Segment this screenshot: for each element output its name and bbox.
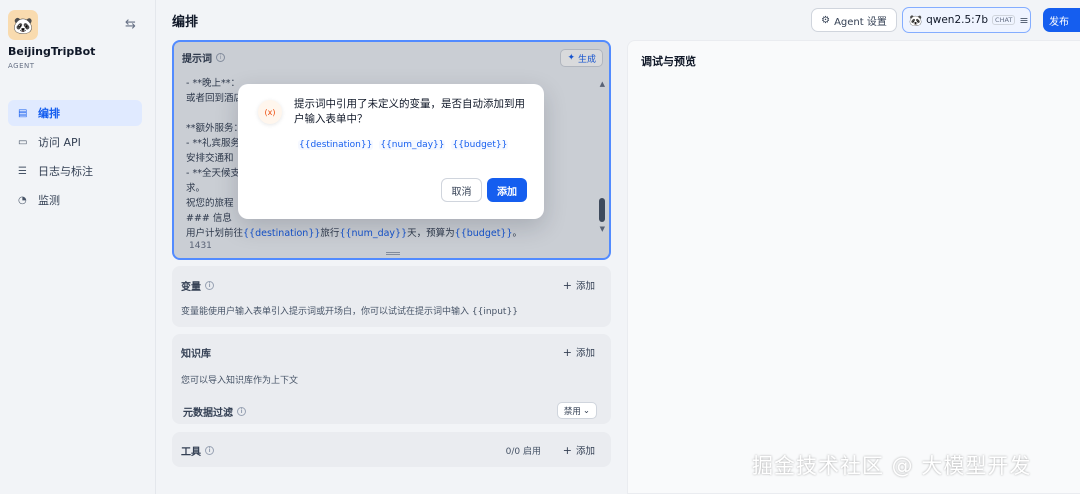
watermark: 掘金技术社区 @ 大模型开发 (752, 454, 1032, 478)
layout-icon: ▤ (18, 107, 28, 119)
variables-section: 变量 i + 添加 变量能使用户输入表单引入提示词或开场白，你可以试试在提示词中输入… (172, 266, 611, 327)
variable-icon: (x) (258, 100, 282, 124)
file-icon: ☰ (18, 165, 27, 177)
sidebar-item-logs[interactable]: ☰ 日志与标注 (8, 158, 142, 184)
add-tool-button[interactable]: + 添加 (562, 443, 595, 458)
gear-icon: ⚙ (821, 14, 831, 26)
tools-enabled-count: 0/0 启用 (505, 447, 541, 457)
debug-preview-panel: 调试与预览 (627, 40, 1080, 494)
debug-title: 调试与预览 (641, 55, 696, 68)
sidebar-item-orchestrate[interactable]: ▤ 编排 (8, 100, 142, 126)
model-avatar-icon: 🐼 (909, 14, 923, 27)
plus-icon: + (562, 345, 572, 359)
variables-title: 变量 i (181, 278, 214, 293)
model-name: qwen2.5:7b (926, 14, 989, 26)
model-selector[interactable]: 🐼 qwen2.5:7b CHAT ≡ (902, 7, 1031, 33)
tools-title: 工具 i (181, 443, 214, 458)
publish-button[interactable]: 发布 (1043, 8, 1080, 32)
dialog-message: 提示词中引用了未定义的变量，是否自动添加到用户输入表单中？ (294, 98, 525, 125)
info-icon: i (205, 446, 214, 455)
variable-tag: {{num_day}} (379, 140, 446, 150)
sidebar-item-monitor[interactable]: ◔ 监测 (8, 187, 142, 213)
sliders-icon[interactable]: ≡ (1019, 14, 1028, 27)
dialog-variable-list: {{destination}} {{num_day}} {{budget}} (298, 140, 509, 150)
model-mode-badge: CHAT (992, 15, 1016, 25)
variable-tag: {{destination}} (298, 140, 374, 150)
sidebar-toggle-icon[interactable]: ⇆ (125, 17, 136, 32)
plus-icon: + (562, 443, 572, 457)
knowledge-description: 您可以导入知识库作为上下文 (181, 376, 299, 386)
app-type: AGENT (8, 62, 35, 70)
variables-description: 变量能使用户输入表单引入提示词或开场白，你可以试试在提示词中输入 {{input… (181, 307, 518, 317)
app-logo-icon: 🐼 (8, 10, 38, 40)
tools-section: 工具 i 0/0 启用 + 添加 (172, 432, 611, 467)
add-variable-button[interactable]: + 添加 (562, 278, 595, 293)
knowledge-title: 知识库 (181, 349, 211, 360)
page-title: 编排 (172, 15, 199, 30)
cancel-button[interactable]: 取消 (441, 178, 482, 202)
info-icon: i (205, 281, 214, 290)
knowledge-section: 知识库 + 添加 您可以导入知识库作为上下文 元数据过滤 i 禁用 ⌄ (172, 334, 611, 424)
add-knowledge-button[interactable]: + 添加 (562, 345, 595, 360)
metadata-filter-select[interactable]: 禁用 ⌄ (556, 402, 597, 419)
agent-settings-button[interactable]: ⚙ Agent 设置 (811, 8, 897, 32)
metadata-filter-label: 元数据过滤 i (183, 404, 246, 419)
undefined-variables-dialog: (x) 提示词中引用了未定义的变量，是否自动添加到用户输入表单中？ {{dest… (238, 84, 544, 219)
variable-tag: {{budget}} (451, 140, 509, 150)
plus-icon: + (562, 278, 572, 292)
info-icon: i (237, 407, 246, 416)
gauge-icon: ◔ (18, 194, 27, 206)
sidebar: 🐼 ⇆ BeijingTripBot AGENT ▤ 编排 ▭ 访问 API ☰… (0, 0, 156, 494)
confirm-add-button[interactable]: 添加 (487, 178, 527, 202)
app-name: BeijingTripBot (8, 45, 96, 58)
sidebar-item-api[interactable]: ▭ 访问 API (8, 129, 142, 155)
chevron-down-icon: ⌄ (582, 405, 590, 416)
terminal-icon: ▭ (18, 136, 28, 148)
